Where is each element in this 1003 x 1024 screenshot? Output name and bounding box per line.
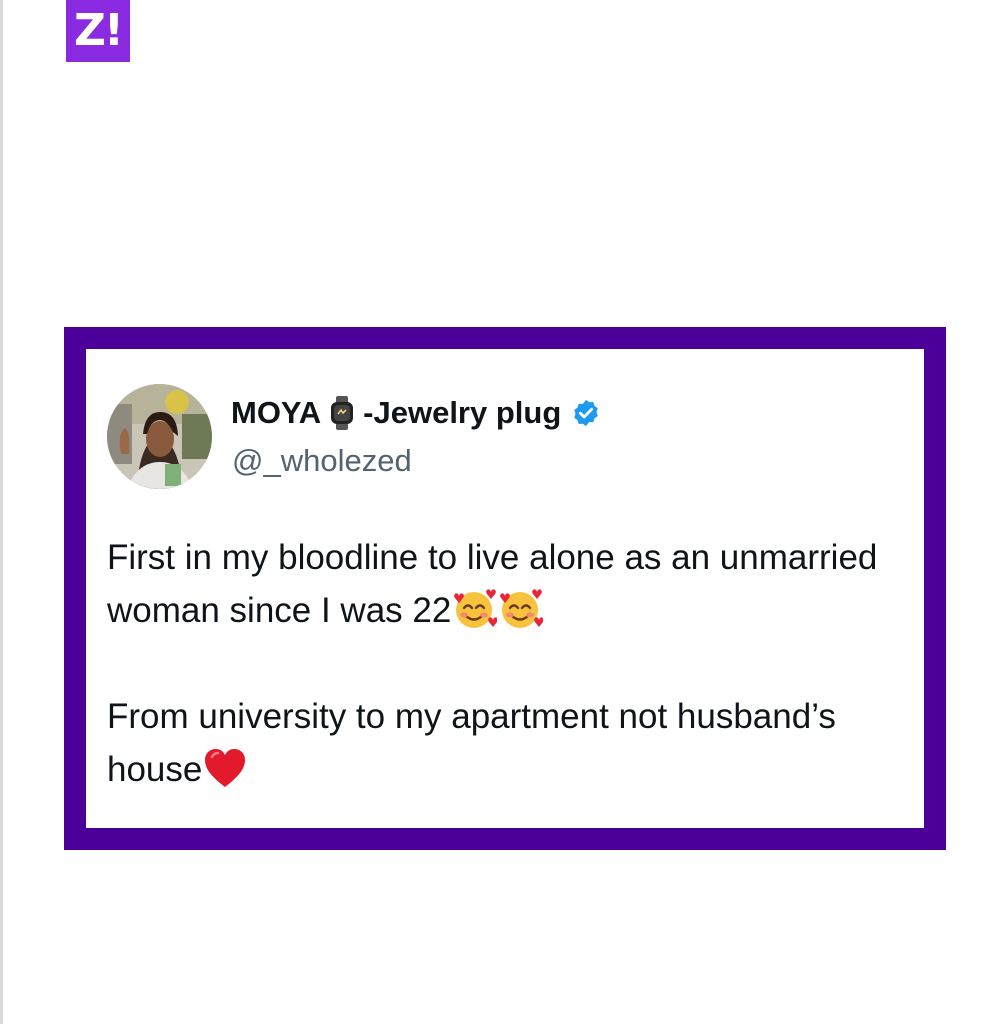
red-heart-icon (202, 747, 248, 789)
tweet-body: First in my bloodline to live alone as a… (107, 531, 904, 796)
smiling-face-with-hearts-icon (497, 588, 545, 630)
tweet-paragraph: From university to my apartment not husb… (107, 690, 904, 796)
verified-badge-icon (571, 398, 601, 428)
author-name-row[interactable]: MOYA -Jewelry plug (231, 395, 601, 431)
brand-logo: Z! (66, 0, 130, 62)
tweet-paragraph: First in my bloodline to live alone as a… (107, 531, 904, 637)
smiling-face-with-hearts-icon (451, 588, 499, 630)
avatar[interactable] (107, 384, 212, 489)
tweet-screenshot-frame: MOYA -Jewelry plug @_wholezed First in m… (64, 327, 946, 850)
page-edge-divider (0, 0, 3, 1024)
display-name-suffix[interactable]: -Jewelry plug (363, 395, 561, 431)
display-name[interactable]: MOYA (231, 395, 321, 431)
watch-icon (329, 396, 355, 430)
author-handle[interactable]: @_wholezed (232, 443, 412, 479)
tweet-card: MOYA -Jewelry plug @_wholezed First in m… (86, 349, 924, 828)
